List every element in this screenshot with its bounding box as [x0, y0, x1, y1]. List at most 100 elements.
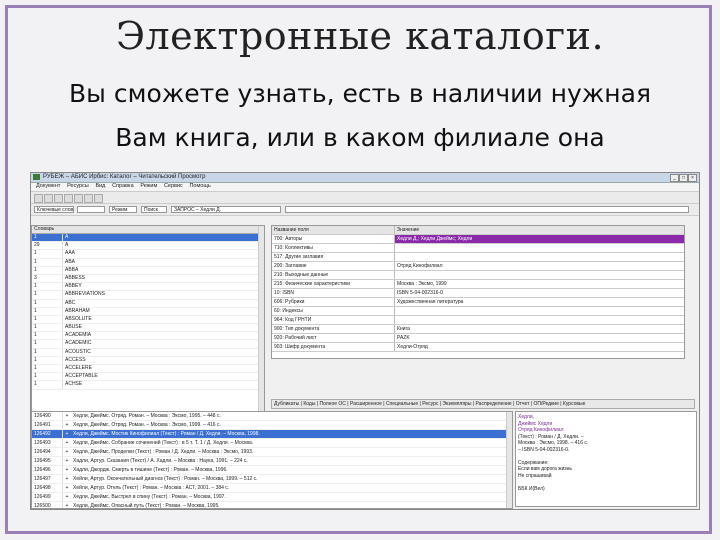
- table-row[interactable]: 920: Рабочий лист PAZK: [272, 334, 684, 343]
- expand-icon[interactable]: +: [63, 493, 71, 501]
- expand-icon[interactable]: +: [63, 484, 71, 492]
- list-item[interactable]: 1 ABRAHAM: [32, 307, 264, 316]
- record-description: Хедли, Джеймс. Отряд. Роман. – Москва : …: [73, 422, 221, 428]
- minimize-icon[interactable]: _: [670, 174, 679, 182]
- term-count: 3: [32, 274, 63, 283]
- menu-item-document[interactable]: Документ: [36, 183, 60, 189]
- table-row[interactable]: 606: Рубрики Художественная литература: [272, 298, 684, 307]
- print-icon[interactable]: [64, 194, 73, 203]
- list-item[interactable]: 1 ACCELERE: [32, 365, 264, 374]
- table-row[interactable]: 900: Тип документа Книга: [272, 325, 684, 334]
- field-name: 920: Рабочий лист: [272, 334, 395, 342]
- expand-icon[interactable]: +: [63, 448, 71, 456]
- list-item[interactable]: 1A: [32, 234, 264, 243]
- table-row[interactable]: 200: Заглавие Отряд Кинофилиал: [272, 262, 684, 271]
- list-item[interactable]: 29 A: [32, 242, 264, 251]
- card-line: ББК И(Вел): [518, 485, 545, 492]
- record-description: Хедли, Джеймс. Проделки (Текст) : Роман …: [73, 449, 254, 455]
- table-row[interactable]: 126492 + Хедли, Джеймс. Мостик Кинофилиал …: [32, 430, 512, 439]
- menu-item-mode[interactable]: Режим: [140, 183, 157, 189]
- table-row[interactable]: 126497 + Хейли, Артур. Окончательный диагн…: [32, 475, 512, 484]
- expand-icon[interactable]: +: [63, 421, 71, 429]
- list-item[interactable]: 1 ABUSE: [32, 324, 264, 333]
- list-item[interactable]: 1 ACADEMIC: [32, 340, 264, 349]
- search-field-select[interactable]: Ключевые слова: [34, 206, 74, 213]
- term-count: 1: [32, 348, 63, 356]
- list-item[interactable]: 1 ACCESS: [32, 356, 264, 365]
- menu-item-view[interactable]: Вид: [95, 183, 105, 189]
- field-value: Художественная литература: [397, 299, 464, 305]
- mode-select[interactable]: Режим: [109, 206, 137, 213]
- table-row[interactable]: 10: ISBN ISBN 5-04-002316-0: [272, 289, 684, 298]
- table-row[interactable]: 126494 + Хедли, Джеймс. Проделки (Текст) :…: [32, 448, 512, 457]
- record-description: Хадли, Джордж. Смерть в тишине (Текст) :…: [73, 467, 228, 473]
- query-expression[interactable]: [285, 206, 689, 213]
- list-item[interactable]: 1 ACCEPTABLE: [32, 373, 264, 382]
- filter-icon[interactable]: [84, 194, 93, 203]
- table-row[interactable]: 126496 + Хадли, Джордж. Смерть в тишине (Т…: [32, 466, 512, 475]
- menu-bar: Документ Ресурсы Вид Справка Режим Серви…: [31, 183, 699, 192]
- list-item[interactable]: 1 ABBEY: [32, 283, 264, 292]
- save-icon[interactable]: [54, 194, 63, 203]
- table-row[interactable]: 60: Индексы: [272, 307, 684, 316]
- search-input[interactable]: [77, 206, 105, 213]
- menu-item-help[interactable]: Справка: [112, 183, 134, 189]
- expand-icon[interactable]: +: [63, 412, 71, 420]
- search-icon[interactable]: [74, 194, 83, 203]
- list-item[interactable]: 1 AAA: [32, 250, 264, 259]
- expand-icon[interactable]: +: [63, 430, 71, 438]
- expand-icon[interactable]: +: [63, 475, 71, 483]
- open-icon[interactable]: [44, 194, 53, 203]
- catalog-app-window: РУБЕЖ – АБИС Ирбис: Каталог – Читательск…: [30, 172, 700, 510]
- list-item[interactable]: 1 ABBA: [32, 266, 264, 275]
- list-item[interactable]: 1 ACOUSTIC: [32, 348, 264, 357]
- table-row[interactable]: 215: Физические характеристики Москва : Э…: [272, 280, 684, 289]
- list-item[interactable]: 3 ABBESS: [32, 274, 264, 284]
- expand-icon[interactable]: +: [63, 502, 71, 508]
- table-row[interactable]: 903: Шифр документа Хедли-Отряд: [272, 343, 684, 352]
- menu-item-service[interactable]: Сервис: [164, 183, 183, 189]
- table-row[interactable]: 517: Другие заглавия: [272, 253, 684, 262]
- expand-icon[interactable]: +: [63, 439, 71, 447]
- field-name: 964: Код ГРНТИ: [272, 316, 395, 324]
- list-item[interactable]: 1 ACHSE: [32, 381, 264, 390]
- expand-icon[interactable]: +: [63, 457, 71, 465]
- refresh-icon[interactable]: [94, 194, 103, 203]
- expand-icon[interactable]: +: [63, 466, 71, 474]
- table-row[interactable]: 126499 + Хедли, Джеймс. Выстрел в спину (Т…: [32, 493, 512, 502]
- table-row[interactable]: 126491 + Хедли, Джеймс. Отряд. Роман. – Мо…: [32, 421, 512, 430]
- term-text: ABBA: [65, 266, 79, 273]
- field-name: 60: Индексы: [272, 307, 395, 315]
- list-item[interactable]: 1 ACADEMIA: [32, 332, 264, 341]
- results-scrollbar[interactable]: [506, 412, 512, 508]
- list-item[interactable]: 1 ABC: [32, 299, 264, 308]
- list-item[interactable]: 1 ABA: [32, 258, 264, 267]
- table-row[interactable]: 710: Коллективы: [272, 244, 684, 253]
- list-item[interactable]: 1 ABBREVIATIONS: [32, 291, 264, 300]
- dictionary-scrollbar[interactable]: [258, 226, 264, 418]
- table-row[interactable]: 126500 + Хедли, Джеймс. Опасный путь (Текс…: [32, 502, 512, 508]
- record-number: 126493: [32, 439, 63, 447]
- table-row[interactable]: 126490 + Хедли, Джеймс. Отряд. Роман. – Мо…: [32, 412, 512, 421]
- table-row[interactable]: 700: Авторы Хедли Д.; Хедли Джеймс; Хедли: [272, 235, 684, 244]
- table-row[interactable]: 210: Выходные данные: [272, 271, 684, 280]
- view-tabs[interactable]: Дубликаты | Коды | Полное ОС | Расширенн…: [271, 399, 695, 409]
- list-item[interactable]: 1 ABSOLUTE: [32, 315, 264, 325]
- window-title: РУБЕЖ – АБИС Ирбис: Каталог – Читательск…: [43, 174, 206, 180]
- menu-item-assist[interactable]: Помощь: [189, 183, 210, 189]
- table-row[interactable]: 126498 + Хейли, Артур. Отель (Текст) : Ром…: [32, 484, 512, 493]
- menu-item-resources[interactable]: Ресурсы: [67, 183, 89, 189]
- table-row[interactable]: 126493 + Хедли, Джеймс. Собрание сочинений…: [32, 439, 512, 448]
- new-icon[interactable]: [34, 194, 43, 203]
- query-field[interactable]: ЗАПРОС – Хедли Д.: [171, 206, 281, 213]
- search-button[interactable]: Поиск: [141, 206, 167, 213]
- table-row[interactable]: 126495 + Хадли, Артур. Сказания (Текст) / …: [32, 457, 512, 466]
- maximize-icon[interactable]: □: [679, 174, 688, 182]
- table-row[interactable]: 964: Код ГРНТИ: [272, 316, 684, 325]
- field-value: ISBN 5-04-002316-0: [397, 290, 443, 296]
- record-number: 126498: [32, 484, 63, 492]
- record-description: Хедли, Джеймс. Выстрел в спину (Текст) :…: [73, 494, 226, 500]
- close-icon[interactable]: ×: [688, 174, 697, 182]
- term-count: 1: [32, 283, 63, 291]
- slide-title: Электронные каталоги.: [115, 14, 605, 58]
